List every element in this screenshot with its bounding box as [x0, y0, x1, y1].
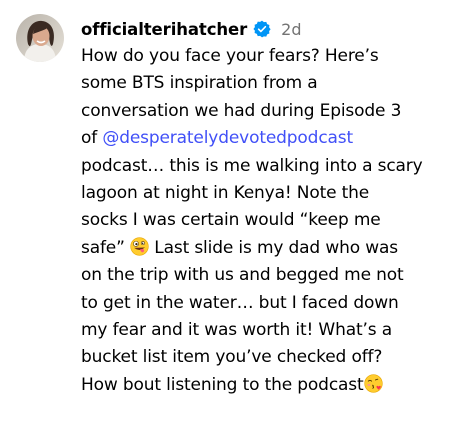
caption-line: to get in the water… but I faced down: [81, 292, 399, 313]
avatar[interactable]: [16, 14, 64, 62]
caption-line: How do you face your fears? Here’s: [81, 46, 379, 66]
caption-line: on the trip with us and begged me not: [81, 265, 404, 286]
caption-line: my fear and it was worth it! What’s a: [81, 320, 392, 341]
caption-line: conversation we had during Episode 3: [81, 100, 402, 121]
caption-line: socks I was certain would “keep me: [81, 210, 381, 231]
caption-line: some BTS inspiration from a: [81, 73, 318, 94]
caption-line: lagoon at night in Kenya! Note the: [81, 183, 370, 204]
caption-line: bucket list item you’ve checked off?: [81, 347, 383, 368]
caption-text-segment: safe”: [81, 237, 131, 258]
face-blowing-kiss-emoji-icon: [363, 374, 383, 393]
caption-line: podcast… this is me walking into a scary: [81, 155, 423, 176]
caption-text-segment: of: [81, 128, 103, 149]
caption-text-segment: How bout listening to the podcast: [81, 374, 364, 395]
username-link[interactable]: officialterihatcher: [81, 20, 247, 39]
caption-text: How do you face your fears? Here’s some …: [81, 43, 466, 399]
mention-link[interactable]: @desperatelydevotedpodcast: [102, 128, 353, 148]
comment-header: officialterihatcher 2d: [81, 17, 466, 41]
verified-badge-icon: [253, 20, 271, 38]
comment-post: officialterihatcher 2d How do you face y…: [16, 14, 466, 399]
comment-content: officialterihatcher 2d How do you face y…: [81, 14, 466, 399]
caption-text-segment: Last slide is my dad who was: [149, 237, 398, 258]
caption-line: of @desperatelydevotedpodcast: [81, 125, 466, 152]
caption-line: safe” Last slide is my dad who was: [81, 235, 466, 262]
caption-line: How bout listening to the podcast: [81, 372, 466, 399]
timestamp[interactable]: 2d: [281, 20, 301, 39]
zany-face-emoji-icon: [130, 237, 149, 256]
